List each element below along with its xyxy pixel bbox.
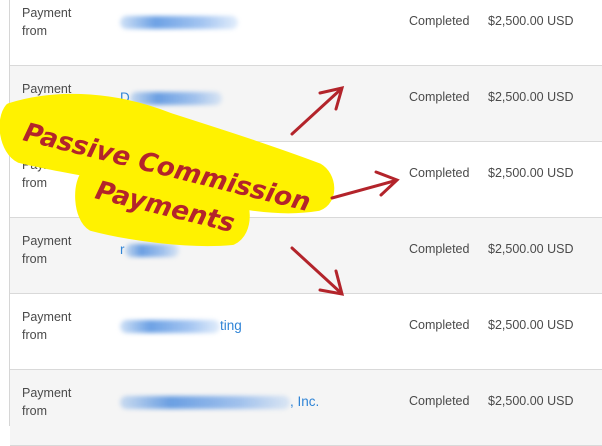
table-row[interactable]: Payment from Completed $2,500.00 USD [10,142,602,218]
table-row[interactable]: Payment from D Completed $2,500.00 USD [10,66,602,142]
amount-text: $2,500.00 USD [488,242,574,256]
transaction-type: Payment from [22,234,72,266]
payer-name-link[interactable]: , Inc. [120,394,319,409]
status-text: Completed [409,394,470,408]
payer-name-link[interactable]: r [120,242,179,257]
amount-text: $2,500.00 USD [488,394,574,408]
redacted-name [120,319,220,333]
transactions-table: Payment from Completed $2,500.00 USD Paym… [9,0,602,446]
payer-name-link[interactable]: D [120,90,222,105]
redacted-name [120,395,290,409]
redacted-name [120,15,238,29]
status-text: Completed [409,166,470,180]
transaction-type: Payment from [22,386,72,418]
transaction-type: Payment from [22,82,72,114]
amount-text: $2,500.00 USD [488,90,574,104]
payer-name-link[interactable] [120,14,238,29]
transaction-type: Payment from [22,6,72,38]
status-text: Completed [409,318,470,332]
amount-text: $2,500.00 USD [488,166,574,180]
table-row[interactable]: Payment from , Inc. Completed $2,500.00 U… [10,370,602,446]
table-row[interactable]: Payment from Completed $2,500.00 USD [10,0,602,66]
status-text: Completed [409,14,470,28]
amount-text: $2,500.00 USD [488,14,574,28]
table-row[interactable]: Payment from ting Completed $2,500.00 USD [10,294,602,370]
transaction-type: Payment from [22,158,72,190]
amount-text: $2,500.00 USD [488,318,574,332]
payer-name-link[interactable]: ting [120,318,242,333]
redacted-name [124,243,179,257]
status-text: Completed [409,90,470,104]
table-row[interactable]: Payment from r Completed $2,500.00 USD [10,218,602,294]
transaction-type: Payment from [22,310,72,342]
redacted-name [129,91,222,105]
status-text: Completed [409,242,470,256]
